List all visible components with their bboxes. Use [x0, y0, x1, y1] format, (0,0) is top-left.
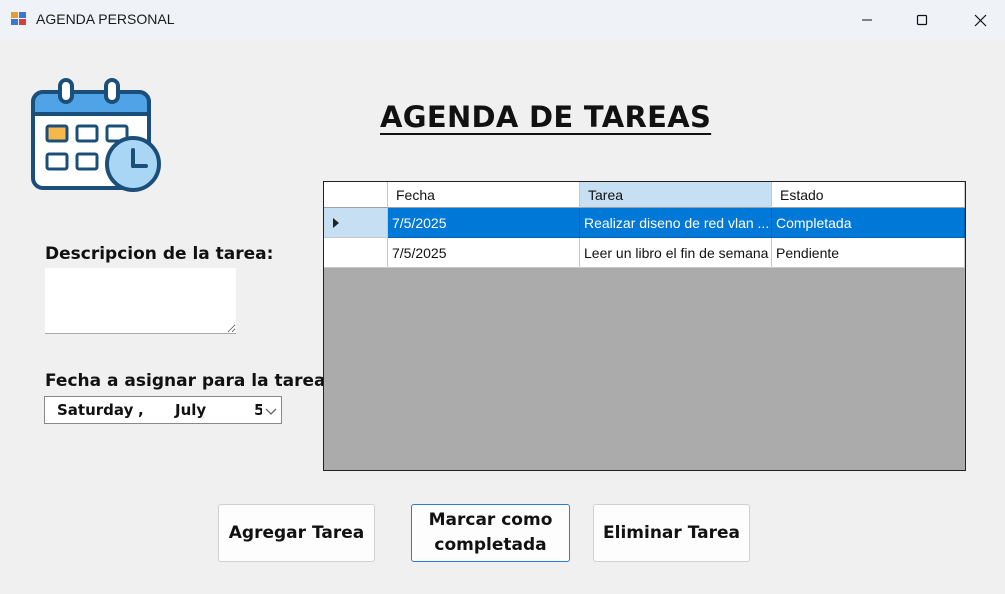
cell-estado[interactable]: Pendiente [772, 238, 965, 268]
grid-header: Fecha Tarea Estado [324, 182, 965, 209]
window-title: AGENDA PERSONAL [36, 11, 175, 27]
date-picker[interactable]: Saturday , July 5 [44, 396, 282, 424]
cell-fecha[interactable]: 7/5/2025 [388, 238, 580, 268]
minimize-button[interactable] [838, 0, 896, 40]
tasks-grid[interactable]: Fecha Tarea Estado 7/5/2025 Realizar dis… [323, 181, 966, 471]
mark-complete-label-line2: completada [434, 535, 547, 555]
close-button[interactable] [951, 0, 1005, 40]
date-day-name: Saturday [57, 401, 134, 419]
date-day-number: 5 [254, 401, 262, 419]
row-header[interactable] [324, 238, 388, 268]
title-bar: AGENDA PERSONAL [0, 0, 1005, 40]
mark-complete-label-line1: Marcar como [428, 510, 553, 530]
minimize-icon [862, 19, 872, 21]
description-label: Descripcion de la tarea: [45, 244, 274, 264]
current-row-arrow-icon [333, 218, 339, 228]
date-separator: , [138, 401, 144, 419]
delete-task-button[interactable]: Eliminar Tarea [593, 504, 750, 562]
maximize-button[interactable] [893, 0, 951, 40]
mark-complete-button[interactable]: Marcar como completada [411, 504, 570, 562]
close-icon [974, 14, 986, 26]
date-month: July [175, 401, 207, 419]
page-heading: AGENDA DE TAREAS [380, 100, 712, 134]
table-row[interactable]: 7/5/2025 Realizar diseno de red vlan ...… [324, 208, 965, 238]
column-header-fecha[interactable]: Fecha [388, 182, 580, 208]
column-header-estado[interactable]: Estado [772, 182, 965, 208]
cell-fecha[interactable]: 7/5/2025 [388, 208, 580, 238]
cell-tarea[interactable]: Realizar diseno de red vlan ... [580, 208, 772, 238]
cell-tarea[interactable]: Leer un libro el fin de semana [580, 238, 772, 268]
app-icon [11, 12, 26, 25]
maximize-icon [916, 14, 928, 26]
grid-corner-cell[interactable] [324, 182, 388, 208]
table-row[interactable]: 7/5/2025 Leer un libro el fin de semana … [324, 238, 965, 268]
date-label: Fecha a asignar para la tarea: [45, 371, 333, 391]
column-header-tarea[interactable]: Tarea [580, 182, 772, 208]
cell-estado[interactable]: Completada [772, 208, 965, 238]
add-task-button[interactable]: Agregar Tarea [218, 504, 375, 562]
description-input[interactable] [45, 268, 236, 334]
row-header[interactable] [324, 208, 388, 238]
chevron-down-icon[interactable] [264, 404, 278, 418]
calendar-clock-icon [31, 78, 161, 192]
